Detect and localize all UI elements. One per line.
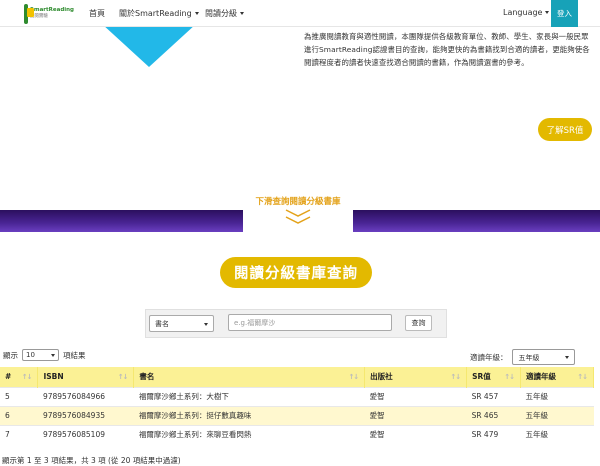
table-row[interactable]: 6 9789576084935 福爾摩沙鄉土系列：挺仔數真趣味 愛智 SR 46… <box>0 405 594 425</box>
column-header-isbn[interactable]: ISBN ↑↓ <box>37 367 135 387</box>
caret-down-icon <box>545 11 550 14</box>
caret-down-icon <box>564 356 569 359</box>
column-header-grade[interactable]: 適讀年級 ↑↓ <box>520 367 594 387</box>
login-button[interactable]: 登入 <box>551 0 578 27</box>
cell-publisher: 愛智 <box>364 386 467 406</box>
cell-isbn: 9789576085109 <box>37 424 134 444</box>
grade-label: 適讀年級： <box>470 352 508 362</box>
results-table: # ↑↓ ISBN ↑↓ 書名 ↑↓ 出版社 ↑↓ SR值 ↑↓ 適讀年級 ↑↓ 5 978… <box>0 367 594 444</box>
smartreading-logo[interactable]: SmartReading 愛閱實驗 <box>24 2 74 25</box>
cell-sr: SR 465 <box>466 405 521 425</box>
sort-icon: ↑↓ <box>21 373 33 381</box>
caret-down-icon <box>51 354 55 357</box>
decorative-triangle <box>102 24 196 67</box>
page-length-value: 10 <box>26 351 35 359</box>
table-row[interactable]: 7 9789576085109 福爾摩沙鄉土系列：來聊豆看閃熱 愛智 SR 47… <box>0 424 594 444</box>
nav-home[interactable]: 首頁 <box>89 8 105 19</box>
cell-number: 7 <box>0 424 38 444</box>
cell-sr: SR 479 <box>466 424 521 444</box>
sort-icon: ↑↓ <box>450 373 461 381</box>
cell-title: 福爾摩沙鄉土系列：大樹下 <box>133 386 365 406</box>
sort-icon: ↑↓ <box>117 373 129 381</box>
nav-about-dropdown[interactable]: 關於SmartReading <box>119 8 199 19</box>
logo-text-line1: SmartReading <box>29 7 74 13</box>
grade-select[interactable]: 五年級 <box>511 349 575 365</box>
table-row[interactable]: 5 9789576084966 福爾摩沙鄉土系列：大樹下 愛智 SR 457 五… <box>0 386 594 406</box>
caret-down-icon <box>240 12 244 15</box>
navbar: SmartReading 愛閱實驗 首頁 關於SmartReading 閱讀分級… <box>0 0 600 27</box>
logo-text-line2: 愛閱實驗 <box>29 13 48 19</box>
cell-isbn: 9789576084966 <box>37 386 134 406</box>
cell-grade: 五年級 <box>520 405 594 425</box>
book-logo-icon <box>24 3 34 24</box>
search-section-title: 閱讀分級書庫查詢 <box>220 257 372 288</box>
search-field-select[interactable]: 書名 <box>149 315 214 332</box>
column-header-number[interactable]: # ↑↓ <box>0 367 39 387</box>
cell-grade: 五年級 <box>520 424 594 444</box>
caret-down-icon <box>194 12 199 15</box>
chevron-down-icon[interactable] <box>285 216 311 224</box>
cell-number: 6 <box>0 405 38 425</box>
show-prefix: 顯示 <box>3 350 18 360</box>
page-length-select[interactable]: 10 <box>22 349 59 361</box>
search-button[interactable]: 查詢 <box>405 315 432 331</box>
language-dropdown[interactable]: Language <box>503 8 550 17</box>
learn-sr-button[interactable]: 了解SR值 <box>538 118 592 141</box>
nav-levels-label: 閱讀分級 <box>205 9 237 18</box>
page-length-control: 顯示 10 項結果 <box>3 349 86 361</box>
cell-isbn: 9789576084935 <box>37 405 134 425</box>
sort-icon: ↑↓ <box>504 373 515 381</box>
caret-down-icon <box>204 323 208 326</box>
cell-title: 福爾摩沙鄉土系列：挺仔數真趣味 <box>133 405 365 425</box>
table-info-text: 顯示第 1 至 3 項結果，共 3 項 (從 20 項結果中過濾) <box>2 456 181 465</box>
sort-icon: ↑↓ <box>577 373 588 381</box>
column-header-sr[interactable]: SR值 ↑↓ <box>466 367 522 387</box>
cell-publisher: 愛智 <box>364 405 467 425</box>
search-panel: 書名 查詢 <box>145 309 447 338</box>
table-header-row: # ↑↓ ISBN ↑↓ 書名 ↑↓ 出版社 ↑↓ SR值 ↑↓ 適讀年級 ↑↓ <box>0 367 594 387</box>
search-field-value: 書名 <box>155 320 169 328</box>
cell-number: 5 <box>0 386 38 406</box>
nav-about-label: 關於SmartReading <box>119 9 192 18</box>
language-label: Language <box>503 8 543 17</box>
grade-filter: 適讀年級： 五年級 <box>470 349 575 365</box>
cell-publisher: 愛智 <box>364 424 467 444</box>
grade-value: 五年級 <box>518 354 540 362</box>
cell-sr: SR 457 <box>466 386 521 406</box>
sort-icon: ↑↓ <box>348 373 359 381</box>
show-suffix: 項結果 <box>63 350 86 360</box>
cell-title: 福爾摩沙鄉土系列：來聊豆看閃熱 <box>133 424 365 444</box>
intro-paragraph: 為推廣閱讀教育與適性閱讀，本團隊提供各級教育單位、教師、學生、家長與一般民眾進行… <box>304 32 590 67</box>
column-header-title[interactable]: 書名 ↑↓ <box>133 367 366 387</box>
nav-levels-dropdown[interactable]: 閱讀分級 <box>205 8 244 19</box>
scroll-down-label[interactable]: 下滑查詢閱讀分級書庫 <box>243 195 353 207</box>
cell-grade: 五年級 <box>520 386 594 406</box>
search-input[interactable] <box>228 314 392 331</box>
column-header-publisher[interactable]: 出版社 ↑↓ <box>364 367 468 387</box>
